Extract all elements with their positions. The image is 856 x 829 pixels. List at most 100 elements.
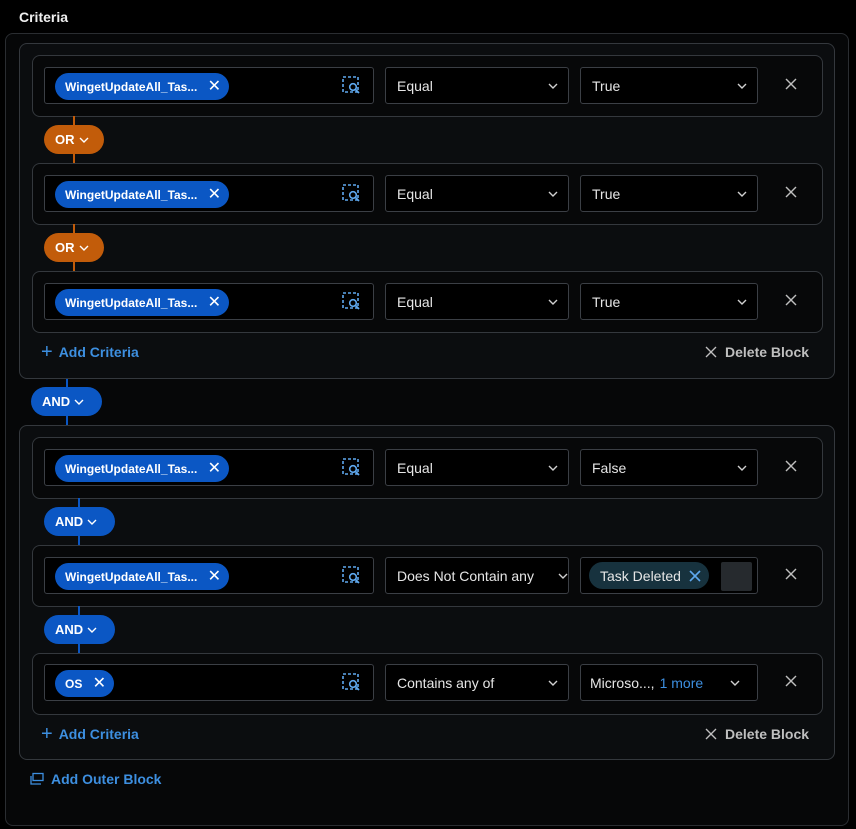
- criteria-row: WingetUpdateAll_Tas... ✕ Does Not Contai…: [32, 545, 823, 607]
- or-connector[interactable]: OR: [44, 233, 104, 262]
- or-connector[interactable]: OR: [44, 125, 104, 154]
- criteria-row: WingetUpdateAll_Tas... ✕ Equal False: [32, 437, 823, 499]
- value-tag-label: Task Deleted: [600, 567, 681, 584]
- chip-remove-icon[interactable]: ✕: [207, 294, 221, 311]
- operator-select[interactable]: Contains any of: [385, 664, 569, 701]
- field-picker-icon[interactable]: [342, 673, 361, 692]
- value-text: True: [592, 77, 621, 94]
- add-criteria-button[interactable]: + Add Criteria: [41, 342, 139, 362]
- chevron-down-icon: [730, 680, 740, 686]
- chevron-down-icon: [558, 573, 568, 579]
- delete-block-button[interactable]: Delete Block: [705, 726, 809, 742]
- operator-value: Contains any of: [397, 674, 495, 691]
- operator-value: Equal: [397, 293, 433, 310]
- delete-block-label: Delete Block: [725, 726, 810, 742]
- remove-row-icon[interactable]: [784, 674, 798, 688]
- field-input[interactable]: WingetUpdateAll_Tas... ✕: [44, 175, 374, 212]
- chevron-down-icon: [79, 245, 88, 251]
- criteria-block-1: WingetUpdateAll_Tas... ✕ Equal True OR W…: [19, 43, 835, 379]
- remove-row-icon[interactable]: [784, 567, 798, 581]
- remove-row-icon[interactable]: [784, 185, 798, 199]
- close-icon: [705, 728, 717, 740]
- field-chip-label: WingetUpdateAll_Tas...: [65, 79, 198, 94]
- value-text: True: [592, 185, 621, 202]
- chip-remove-icon[interactable]: ✕: [207, 78, 221, 95]
- value-multiselect[interactable]: Microso..., 1 more: [580, 664, 758, 701]
- operator-select[interactable]: Equal: [385, 175, 569, 212]
- field-picker-icon[interactable]: [342, 292, 361, 311]
- operator-select[interactable]: Equal: [385, 449, 569, 486]
- chevron-down-icon: [548, 83, 558, 89]
- page-title: Criteria: [19, 9, 69, 25]
- value-tag: Task Deleted: [589, 562, 709, 589]
- chevron-down-icon: [548, 191, 558, 197]
- operator-select[interactable]: Equal: [385, 283, 569, 320]
- chevron-down-icon: [737, 83, 747, 89]
- chip-remove-icon[interactable]: ✕: [207, 460, 221, 477]
- add-criteria-label: Add Criteria: [58, 726, 139, 742]
- value-select[interactable]: True: [580, 67, 758, 104]
- chip-remove-icon[interactable]: ✕: [207, 568, 221, 585]
- tag-remove-icon[interactable]: [689, 569, 701, 582]
- connector-label: OR: [55, 240, 75, 255]
- criteria-row: WingetUpdateAll_Tas... ✕ Equal True: [32, 55, 823, 117]
- remove-row-icon[interactable]: [784, 77, 798, 91]
- and-connector[interactable]: AND: [44, 507, 115, 536]
- connector-label: OR: [55, 132, 75, 147]
- chip-remove-icon[interactable]: ✕: [207, 186, 221, 203]
- operator-value: Does Not Contain any: [397, 567, 534, 584]
- value-select[interactable]: True: [580, 175, 758, 212]
- value-select[interactable]: True: [580, 283, 758, 320]
- field-input[interactable]: WingetUpdateAll_Tas... ✕: [44, 557, 374, 594]
- field-chip-label: OS: [65, 676, 83, 691]
- field-picker-icon[interactable]: [342, 566, 361, 585]
- criteria-row: WingetUpdateAll_Tas... ✕ Equal True: [32, 163, 823, 225]
- operator-value: Equal: [397, 185, 433, 202]
- criteria-block-2: WingetUpdateAll_Tas... ✕ Equal False AND…: [19, 425, 835, 760]
- operator-select[interactable]: Does Not Contain any: [385, 557, 569, 594]
- delete-block-button[interactable]: Delete Block: [705, 344, 809, 360]
- operator-value: Equal: [397, 77, 433, 94]
- add-criteria-button[interactable]: + Add Criteria: [41, 724, 139, 744]
- field-picker-icon[interactable]: [342, 76, 361, 95]
- plus-icon: +: [41, 341, 53, 363]
- connector-label: AND: [55, 622, 84, 637]
- plus-icon: +: [41, 723, 53, 745]
- chip-remove-icon[interactable]: ✕: [92, 675, 106, 692]
- field-chip: WingetUpdateAll_Tas... ✕: [55, 455, 230, 482]
- field-chip-label: WingetUpdateAll_Tas...: [65, 569, 198, 584]
- add-criteria-label: Add Criteria: [58, 344, 139, 360]
- close-icon: [705, 346, 717, 358]
- chevron-down-icon: [548, 465, 558, 471]
- outer-and-connector[interactable]: AND: [31, 387, 102, 416]
- value-text: False: [592, 459, 627, 476]
- and-connector[interactable]: AND: [44, 615, 115, 644]
- chevron-down-icon: [737, 191, 747, 197]
- field-picker-icon[interactable]: [342, 458, 361, 477]
- field-input[interactable]: WingetUpdateAll_Tas... ✕: [44, 449, 374, 486]
- field-chip: WingetUpdateAll_Tas... ✕: [55, 181, 230, 208]
- field-picker-icon[interactable]: [342, 184, 361, 203]
- field-input[interactable]: OS ✕: [44, 664, 374, 701]
- chevron-down-icon: [74, 399, 84, 405]
- field-input[interactable]: WingetUpdateAll_Tas... ✕: [44, 283, 374, 320]
- more-values-link[interactable]: 1 more: [660, 675, 704, 691]
- field-input[interactable]: WingetUpdateAll_Tas... ✕: [44, 67, 374, 104]
- add-outer-block-button[interactable]: Add Outer Block: [30, 771, 161, 787]
- chevron-down-icon: [548, 680, 558, 686]
- value-select[interactable]: False: [580, 449, 758, 486]
- field-chip: WingetUpdateAll_Tas... ✕: [55, 73, 230, 100]
- add-outer-block-label: Add Outer Block: [51, 771, 162, 787]
- value-multiselect[interactable]: Task Deleted: [580, 557, 758, 594]
- field-chip-label: WingetUpdateAll_Tas...: [65, 461, 198, 476]
- chevron-down-icon: [87, 519, 97, 525]
- value-input-cursor[interactable]: [721, 562, 752, 591]
- value-text: True: [592, 293, 621, 310]
- criteria-row: OS ✕ Contains any of Microso..., 1 more: [32, 653, 823, 715]
- operator-select[interactable]: Equal: [385, 67, 569, 104]
- outer-block-icon: [30, 772, 44, 785]
- remove-row-icon[interactable]: [784, 459, 798, 473]
- remove-row-icon[interactable]: [784, 293, 798, 307]
- connector-label: AND: [55, 514, 84, 529]
- delete-block-label: Delete Block: [725, 344, 810, 360]
